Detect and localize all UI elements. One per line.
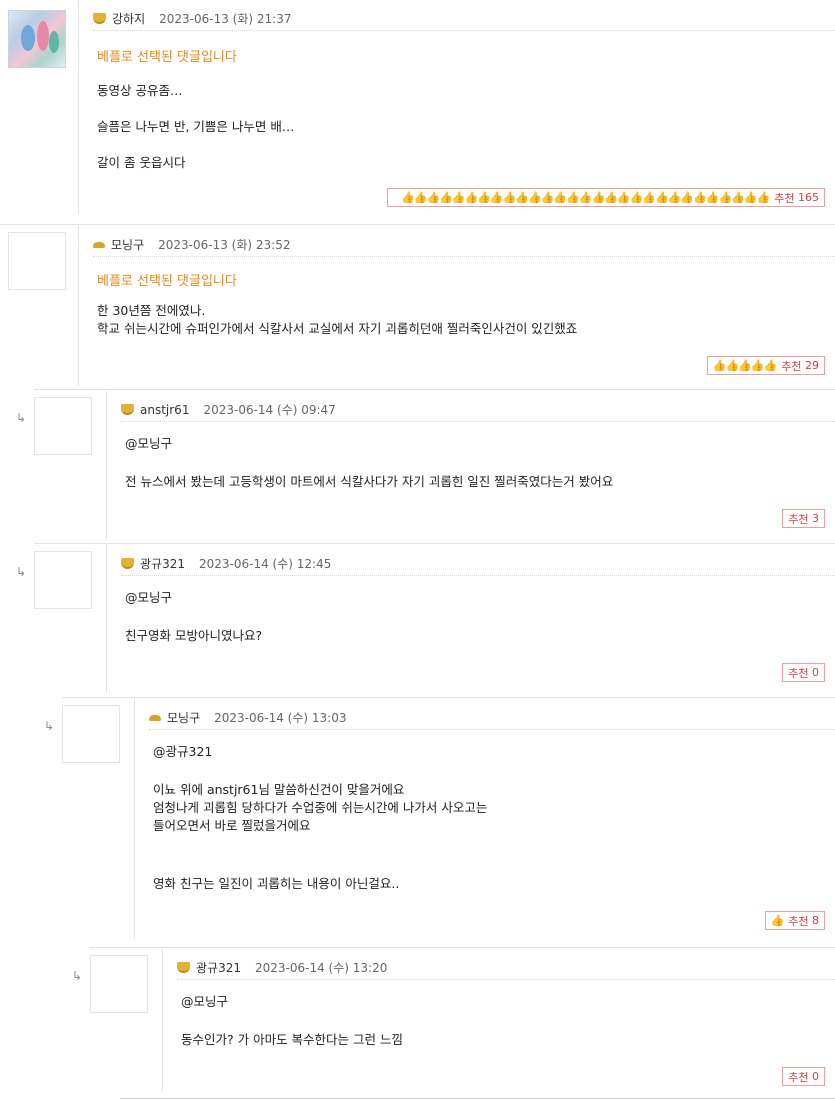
- comment: 모닝구 2023-06-13 (화) 23:52 베플로 선택된 댓글입니다 한…: [0, 224, 835, 388]
- comment-meta: anstjr61 2023-06-14 (수) 09:47: [121, 401, 336, 418]
- reply-arrow-icon: ↳: [16, 411, 27, 425]
- recommend-count: 0: [812, 666, 819, 679]
- level-badge-icon: [121, 558, 134, 569]
- reply-arrow-icon: ↳: [44, 719, 55, 733]
- comment-meta: 강하지 2023-06-13 (화) 21:37: [93, 10, 291, 27]
- thumbs-up-icon: 👍👍👍👍👍: [712, 359, 777, 372]
- comment: ↳ anstjr61 2023-06-14 (수) 09:47 @모닝구 전 뉴…: [16, 389, 835, 541]
- recommend-count: 0: [812, 1070, 819, 1083]
- comment-body: 광규321 2023-06-14 (수) 13:20 @모닝구 동수인가? 가 …: [162, 949, 835, 1091]
- recommend-label: 추천: [788, 914, 809, 928]
- recommend-button[interactable]: 👍 추천 8: [764, 911, 825, 930]
- comment: ↳ 광규321 2023-06-14 (수) 13:20 @모닝구 동수인가? …: [72, 947, 835, 1101]
- best-comment-label: 베플로 선택된 댓글입니다: [97, 50, 237, 65]
- comment-date: 2023-06-14 (수) 12:45: [199, 557, 332, 571]
- comment-date: 2023-06-13 (화) 23:52: [158, 238, 291, 252]
- comment-text: 전 뉴스에서 봤는데 고등학생이 마트에서 식칼사다가 자기 괴롭힌 일진 찔러…: [125, 474, 614, 489]
- comment-body: anstjr61 2023-06-14 (수) 09:47 @모닝구 전 뉴스에…: [106, 391, 835, 539]
- recommend-count: 3: [812, 512, 819, 525]
- author-name[interactable]: 광규321: [140, 555, 185, 572]
- recommend-button[interactable]: 추천 0: [782, 663, 825, 682]
- level-badge-icon: [177, 962, 190, 973]
- level-badge-icon: [149, 714, 161, 721]
- recommend-count: 8: [812, 914, 819, 927]
- comment-meta: 광규321 2023-06-14 (수) 12:45: [121, 555, 331, 572]
- reply-arrow-icon: ↳: [16, 565, 27, 579]
- best-comment-label: 베플로 선택된 댓글입니다: [97, 274, 237, 289]
- recommend-label: 추천: [788, 1070, 809, 1084]
- comment: 강하지 2023-06-13 (화) 21:37 베플로 선택된 댓글입니다 동…: [0, 0, 835, 222]
- author-name[interactable]: 강하지: [112, 10, 145, 27]
- comment-text: 학교 쉬는시간에 슈퍼인가에서 식칼사서 교실에서 자기 괴롭히던애 찔러죽인사…: [97, 321, 578, 336]
- recommend-button[interactable]: 👍👍👍👍👍👍👍👍👍👍👍👍👍👍👍👍👍👍👍👍👍👍👍👍👍👍👍👍👍 추천 165: [387, 188, 825, 207]
- comment-text: 영화 친구는 일진이 괴롭히는 내용이 아닌걸요..: [153, 876, 400, 891]
- comment-text: 슬픔은 나누면 반, 기쁨은 나누면 배…: [97, 119, 295, 134]
- comment-text: @광규321: [153, 744, 213, 759]
- comment-body: 광규321 2023-06-14 (수) 12:45 @모닝구 친구영화 모방아…: [106, 545, 835, 693]
- recommend-label: 추천: [788, 666, 809, 680]
- comment-body: 모닝구 2023-06-13 (화) 23:52 베플로 선택된 댓글입니다 한…: [78, 226, 835, 386]
- comment-date: 2023-06-14 (수) 13:03: [214, 711, 347, 725]
- avatar[interactable]: [8, 10, 66, 68]
- comment-date: 2023-06-13 (화) 21:37: [159, 12, 292, 26]
- recommend-button[interactable]: 추천 0: [782, 1067, 825, 1086]
- comment-text: 들어오면서 바로 찔렀을거에요: [153, 818, 311, 833]
- comment: ↳ 모닝구 2023-06-14 (수) 13:03 @광규321 이뇨 위에 …: [44, 697, 835, 945]
- author-name[interactable]: anstjr61: [140, 403, 189, 417]
- reply-arrow-icon: ↳: [72, 969, 83, 983]
- comment-body: 강하지 2023-06-13 (화) 21:37 베플로 선택된 댓글입니다 동…: [78, 0, 835, 214]
- avatar[interactable]: [34, 551, 92, 609]
- thumbs-up-icon: 👍: [770, 914, 785, 927]
- comment-text: @모닝구: [125, 436, 173, 451]
- thumbs-up-icon: 👍👍👍👍👍👍👍👍👍👍👍👍👍👍👍👍👍👍👍👍👍👍👍👍👍👍👍👍👍: [401, 191, 770, 204]
- recommend-label: 추천: [781, 359, 802, 373]
- comment-text: 한 30년쯤 전에였나.: [97, 303, 206, 318]
- level-badge-icon: [93, 13, 106, 24]
- recommend-label: 추천: [774, 191, 795, 205]
- avatar[interactable]: [90, 955, 148, 1013]
- avatar[interactable]: [62, 705, 120, 763]
- level-badge-icon: [121, 404, 134, 415]
- comment-text: 엄청나게 괴롭힘 당하다가 수업중에 쉬는시간에 나가서 사오고는: [153, 800, 488, 815]
- comment-text: 갈이 좀 웃읍시다: [97, 155, 186, 170]
- comment-text: 친구영화 모방아니였나요?: [125, 628, 263, 643]
- comment-meta: 모닝구 2023-06-14 (수) 13:03: [149, 709, 346, 726]
- author-name[interactable]: 모닝구: [167, 709, 200, 726]
- recommend-button[interactable]: 👍👍👍👍👍 추천 29: [706, 356, 825, 375]
- avatar[interactable]: [8, 232, 66, 290]
- author-name[interactable]: 광규321: [196, 959, 241, 976]
- comment-text: @모닝구: [125, 590, 173, 605]
- comment-meta: 광규321 2023-06-14 (수) 13:20: [177, 959, 387, 976]
- comment: ↳ 광규321 2023-06-14 (수) 12:45 @모닝구 친구영화 모…: [16, 543, 835, 695]
- recommend-count: 29: [805, 359, 819, 372]
- comment-text: @모닝구: [181, 994, 229, 1009]
- comment-date: 2023-06-14 (수) 13:20: [255, 961, 388, 975]
- recommend-button[interactable]: 추천 3: [782, 509, 825, 528]
- comment-body: 모닝구 2023-06-14 (수) 13:03 @광규321 이뇨 위에 an…: [134, 699, 835, 939]
- comment-meta: 모닝구 2023-06-13 (화) 23:52: [93, 236, 290, 253]
- level-badge-icon: [93, 241, 105, 248]
- comment-date: 2023-06-14 (수) 09:47: [203, 403, 336, 417]
- comment-text: 이뇨 위에 anstjr61님 말씀하신건이 맞을거에요: [153, 782, 405, 797]
- comment-text: 동영상 공유좀…: [97, 83, 183, 98]
- author-name[interactable]: 모닝구: [111, 236, 144, 253]
- recommend-label: 추천: [788, 512, 809, 526]
- comment-text: 동수인가? 가 아마도 복수한다는 그런 느낌: [181, 1032, 404, 1047]
- avatar[interactable]: [34, 397, 92, 455]
- recommend-count: 165: [798, 191, 819, 204]
